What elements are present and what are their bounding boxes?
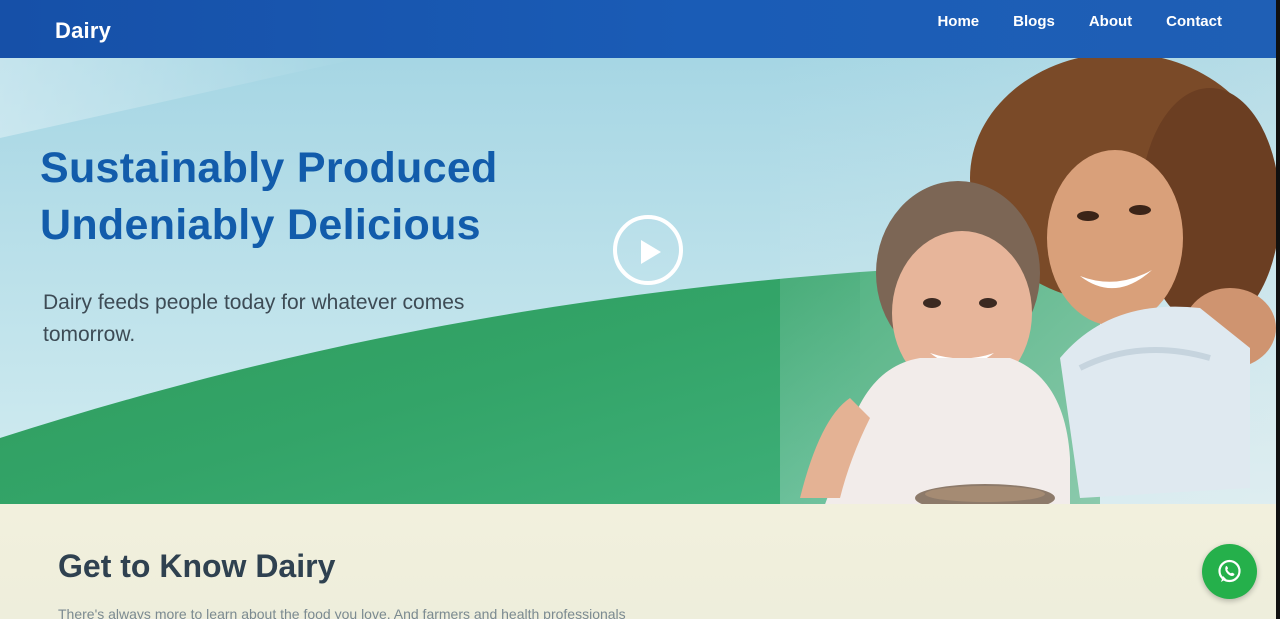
nav-link-blogs[interactable]: Blogs (1013, 13, 1055, 30)
navbar: Dairy Home Blogs About Contact (0, 0, 1276, 58)
hero-headline-line1: Sustainably Produced (40, 144, 498, 192)
screen-bezel (1276, 0, 1280, 619)
whatsapp-icon (1218, 559, 1241, 583)
info-section: Get to Know Dairy There's always more to… (0, 504, 1276, 619)
hero-subtext: Dairy feeds people today for whatever co… (43, 291, 465, 346)
section-description: There's always more to learn about the f… (58, 606, 626, 619)
hero-headline-line2: Undeniably Delicious (40, 201, 481, 249)
screen: Dairy Home Blogs About Contact Sustainab… (0, 0, 1276, 619)
nav-link-about[interactable]: About (1089, 13, 1132, 30)
brand-logo[interactable]: Dairy (55, 18, 111, 44)
nav-link-home[interactable]: Home (937, 13, 979, 30)
hero-headline: Sustainably Produced Undeniably Deliciou… (40, 140, 498, 254)
play-icon (641, 240, 661, 264)
section-title: Get to Know Dairy (58, 548, 336, 584)
hero-section: Sustainably Produced Undeniably Deliciou… (0, 58, 1276, 518)
nav-links: Home Blogs About Contact (903, 13, 1222, 30)
nav-link-contact[interactable]: Contact (1166, 13, 1222, 30)
hero-photo (780, 58, 1276, 518)
video-play-button[interactable] (613, 215, 683, 285)
whatsapp-button[interactable] (1202, 544, 1257, 599)
